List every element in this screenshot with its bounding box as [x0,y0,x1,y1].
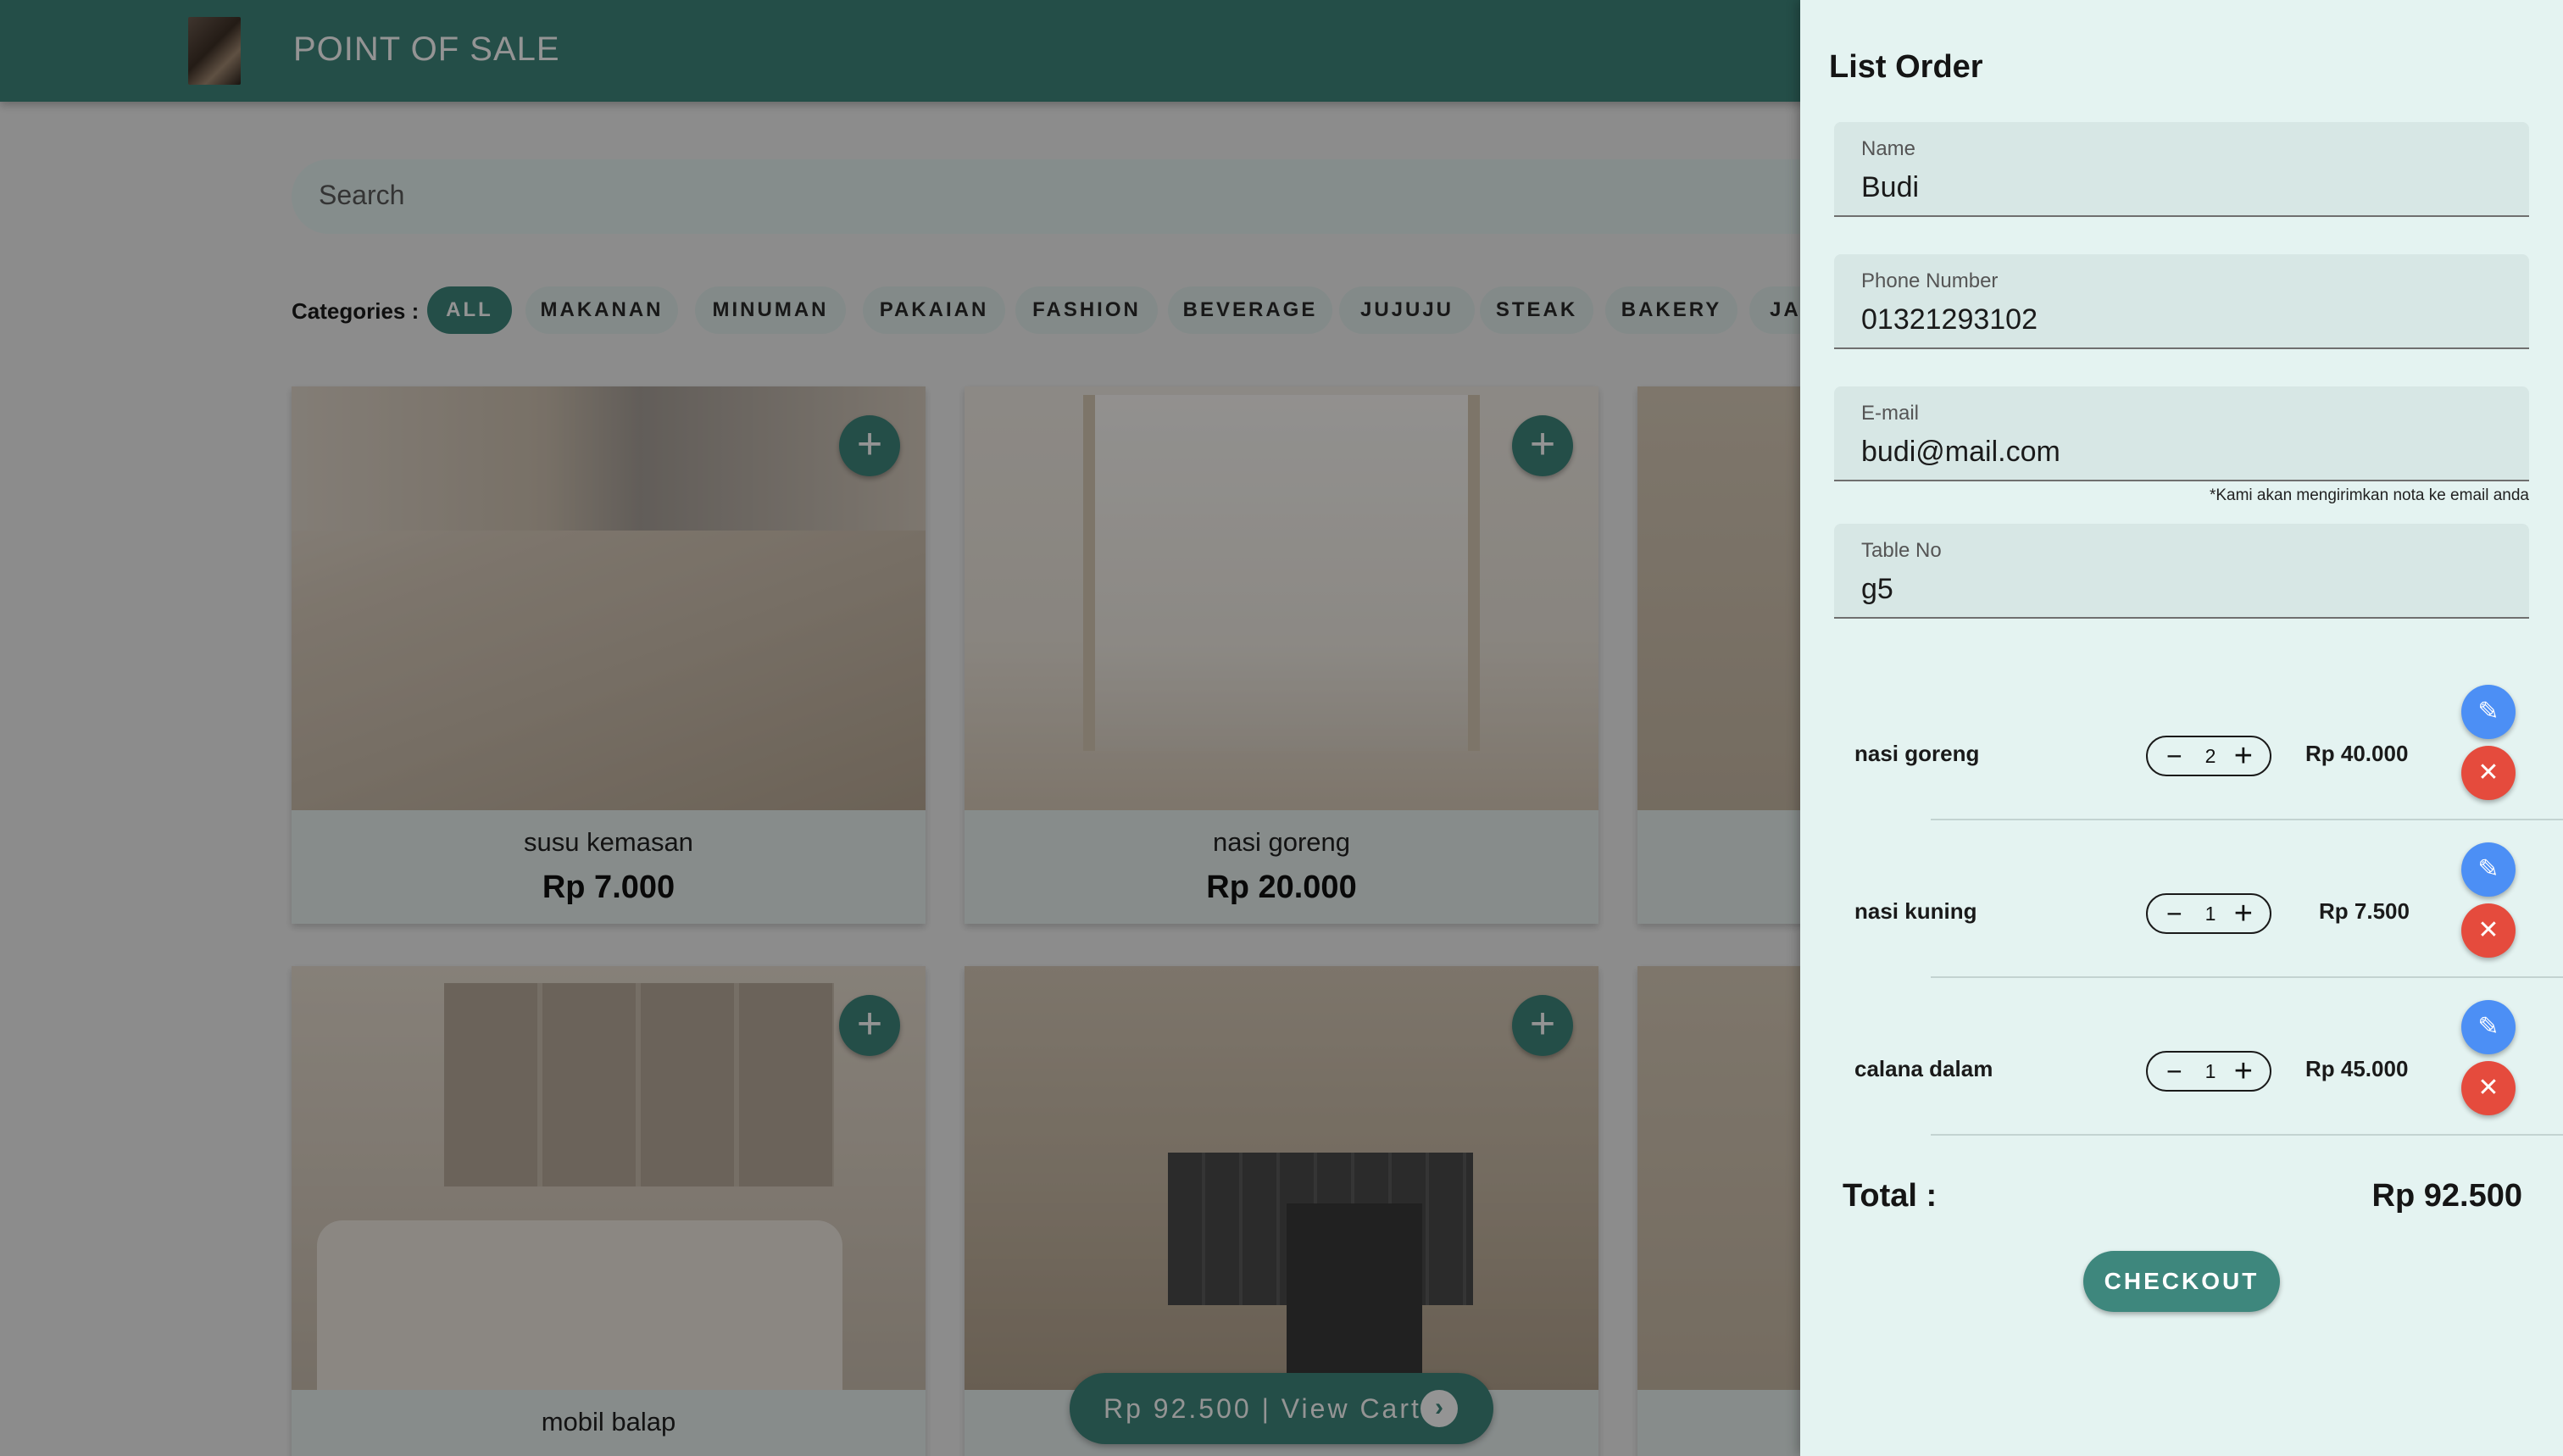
name-field-value: Budi [1861,171,1920,203]
order-drawer: List Order Name Budi Phone Number 013212… [1800,0,2563,1456]
name-field[interactable]: Name Budi [1834,122,2529,217]
email-field[interactable]: E-mail budi@mail.com [1834,386,2529,481]
quantity-stepper: − 2 + [2146,736,2271,776]
decrease-quantity-button[interactable]: − [2166,741,2182,771]
table-field-value: g5 [1861,573,1893,605]
total-label: Total : [1843,1178,1938,1214]
checkout-button[interactable]: CHECKOUT [2083,1251,2280,1312]
order-item-name: calana dalam [1854,1056,1993,1081]
email-note: *Kami akan mengirimkan nota ke email and… [2209,486,2529,504]
decrease-quantity-button[interactable]: − [2166,1056,2182,1086]
email-field-label: E-mail [1861,402,1920,425]
phone-field[interactable]: Phone Number 01321293102 [1834,254,2529,349]
edit-note-button[interactable]: ✎ [2461,685,2516,739]
table-field[interactable]: Table No g5 [1834,524,2529,619]
increase-quantity-button[interactable]: + [2234,1054,2253,1088]
increase-quantity-button[interactable]: + [2234,739,2253,773]
delete-item-button[interactable]: ✕ [2461,1061,2516,1115]
total-value: Rp 92.500 [2371,1178,2522,1214]
delete-item-button[interactable]: ✕ [2461,903,2516,958]
name-field-label: Name [1861,137,1916,160]
table-field-label: Table No [1861,539,1942,562]
quantity-value: 2 [2204,745,2216,767]
phone-field-label: Phone Number [1861,270,1999,292]
phone-field-value: 01321293102 [1861,303,2038,336]
email-field-value: budi@mail.com [1861,436,2060,468]
increase-quantity-button[interactable]: + [2234,897,2253,931]
quantity-value: 1 [2204,1060,2216,1082]
item-divider [1931,1134,2563,1136]
order-item-name: nasi goreng [1854,741,1980,766]
delete-item-button[interactable]: ✕ [2461,746,2516,800]
item-divider [1931,819,2563,820]
quantity-value: 1 [2204,903,2216,925]
quantity-stepper: − 1 + [2146,893,2271,934]
quantity-stepper: − 1 + [2146,1051,2271,1092]
edit-note-button[interactable]: ✎ [2461,842,2516,897]
order-item-price: Rp 40.000 [2305,741,2409,766]
order-title: List Order [1829,49,1983,85]
decrease-quantity-button[interactable]: − [2166,898,2182,929]
edit-note-button[interactable]: ✎ [2461,1000,2516,1054]
item-divider [1931,976,2563,978]
order-item-name: nasi kuning [1854,898,1977,924]
order-item-price: Rp 45.000 [2305,1056,2409,1081]
